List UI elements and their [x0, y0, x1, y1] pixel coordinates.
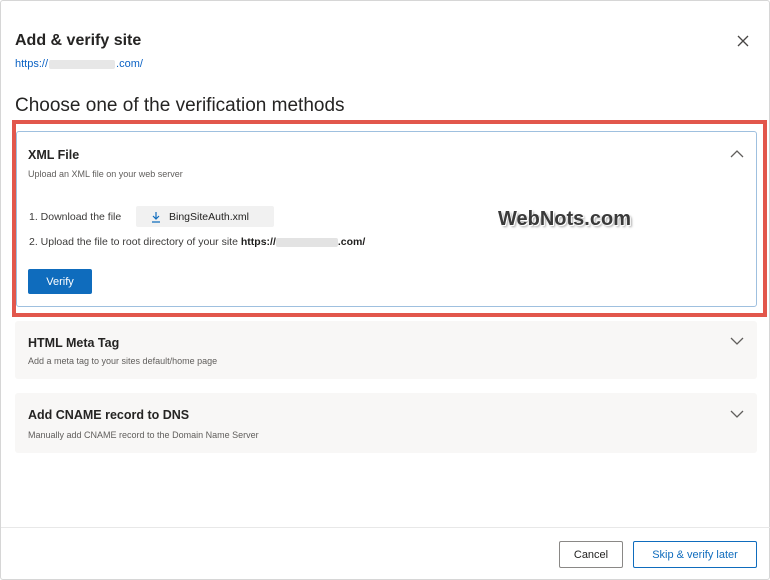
chevron-down-icon[interactable]: [730, 336, 744, 346]
site-url-link[interactable]: https:// .com/: [15, 58, 143, 70]
add-verify-site-dialog: Add & verify site https:// .com/ Choose o…: [0, 0, 770, 580]
site-url-prefix: https://: [15, 58, 49, 70]
redacted-domain: [49, 59, 116, 69]
chevron-down-icon[interactable]: [730, 409, 744, 419]
cname-record-card[interactable]: [15, 393, 757, 453]
page-heading: Choose one of the verification methods: [15, 95, 345, 116]
footer-divider: [1, 527, 770, 528]
meta-card-subtitle: Add a meta tag to your sites default/hom…: [28, 356, 218, 366]
highlight-frame: [12, 120, 767, 317]
cancel-button[interactable]: Cancel: [559, 541, 623, 568]
html-meta-tag-card[interactable]: [15, 321, 757, 379]
dialog-title: Add & verify site: [15, 32, 142, 49]
cname-card-subtitle: Manually add CNAME record to the Domain …: [28, 430, 259, 440]
meta-card-title: HTML Meta Tag: [28, 336, 120, 350]
site-url-suffix: .com/: [116, 58, 143, 70]
skip-verify-later-button[interactable]: Skip & verify later: [633, 541, 757, 568]
cname-card-title: Add CNAME record to DNS: [28, 408, 190, 422]
close-icon[interactable]: [734, 32, 752, 50]
